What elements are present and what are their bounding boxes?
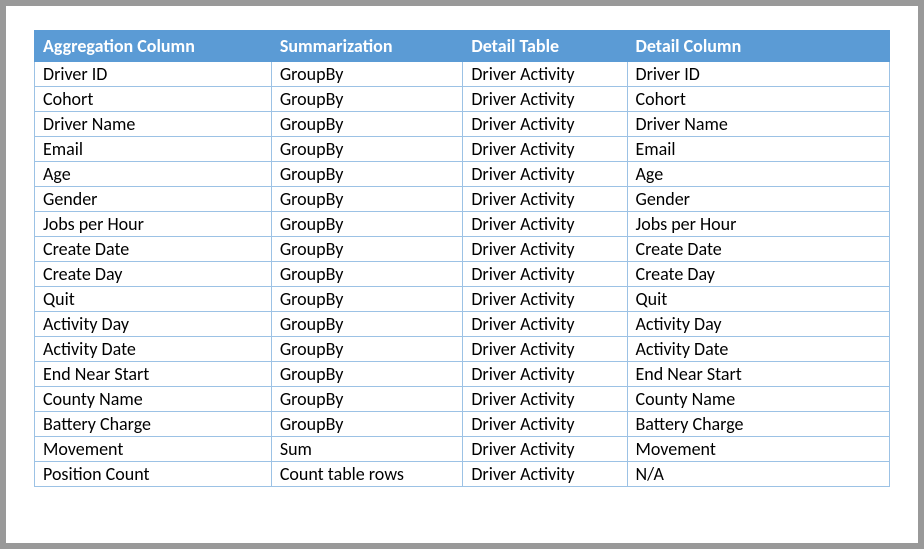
cell-detail-column: Driver ID xyxy=(627,62,890,87)
table-row: End Near StartGroupByDriver ActivityEnd … xyxy=(35,362,890,387)
table-row: CohortGroupByDriver ActivityCohort xyxy=(35,87,890,112)
cell-aggregation-column: Driver ID xyxy=(35,62,272,87)
table-row: Position CountCount table rowsDriver Act… xyxy=(35,462,890,487)
cell-summarization: GroupBy xyxy=(271,312,463,337)
table-row: MovementSumDriver ActivityMovement xyxy=(35,437,890,462)
table-row: AgeGroupByDriver ActivityAge xyxy=(35,162,890,187)
cell-detail-column: Activity Day xyxy=(627,312,890,337)
cell-summarization: Sum xyxy=(271,437,463,462)
table-row: Battery ChargeGroupByDriver ActivityBatt… xyxy=(35,412,890,437)
table-row: Create DayGroupByDriver ActivityCreate D… xyxy=(35,262,890,287)
cell-aggregation-column: County Name xyxy=(35,387,272,412)
cell-detail-column: End Near Start xyxy=(627,362,890,387)
cell-detail-table: Driver Activity xyxy=(463,162,627,187)
cell-aggregation-column: Age xyxy=(35,162,272,187)
table-body: Driver IDGroupByDriver ActivityDriver ID… xyxy=(35,62,890,487)
cell-detail-table: Driver Activity xyxy=(463,387,627,412)
cell-aggregation-column: Jobs per Hour xyxy=(35,212,272,237)
cell-aggregation-column: Quit xyxy=(35,287,272,312)
cell-aggregation-column: Activity Day xyxy=(35,312,272,337)
table-row: Jobs per HourGroupByDriver ActivityJobs … xyxy=(35,212,890,237)
cell-detail-column: N/A xyxy=(627,462,890,487)
cell-detail-table: Driver Activity xyxy=(463,437,627,462)
table-row: Activity DateGroupByDriver ActivityActiv… xyxy=(35,337,890,362)
cell-aggregation-column: Create Day xyxy=(35,262,272,287)
table-header-row: Aggregation Column Summarization Detail … xyxy=(35,31,890,62)
cell-detail-column: Create Day xyxy=(627,262,890,287)
cell-summarization: GroupBy xyxy=(271,212,463,237)
cell-detail-table: Driver Activity xyxy=(463,362,627,387)
cell-detail-table: Driver Activity xyxy=(463,312,627,337)
aggregation-mapping-table: Aggregation Column Summarization Detail … xyxy=(34,30,890,487)
table-row: EmailGroupByDriver ActivityEmail xyxy=(35,137,890,162)
cell-aggregation-column: Gender xyxy=(35,187,272,212)
col-header-detail-column: Detail Column xyxy=(627,31,890,62)
cell-summarization: Count table rows xyxy=(271,462,463,487)
table-row: County NameGroupByDriver ActivityCounty … xyxy=(35,387,890,412)
cell-detail-column: Age xyxy=(627,162,890,187)
cell-detail-column: County Name xyxy=(627,387,890,412)
cell-detail-table: Driver Activity xyxy=(463,187,627,212)
cell-detail-column: Driver Name xyxy=(627,112,890,137)
cell-summarization: GroupBy xyxy=(271,262,463,287)
cell-aggregation-column: Email xyxy=(35,137,272,162)
cell-summarization: GroupBy xyxy=(271,387,463,412)
cell-summarization: GroupBy xyxy=(271,62,463,87)
cell-summarization: GroupBy xyxy=(271,187,463,212)
cell-detail-table: Driver Activity xyxy=(463,287,627,312)
cell-summarization: GroupBy xyxy=(271,87,463,112)
cell-aggregation-column: Movement xyxy=(35,437,272,462)
cell-detail-table: Driver Activity xyxy=(463,137,627,162)
cell-summarization: GroupBy xyxy=(271,162,463,187)
cell-detail-column: Movement xyxy=(627,437,890,462)
cell-summarization: GroupBy xyxy=(271,287,463,312)
table-row: Create DateGroupByDriver ActivityCreate … xyxy=(35,237,890,262)
cell-aggregation-column: Create Date xyxy=(35,237,272,262)
col-header-detail-table: Detail Table xyxy=(463,31,627,62)
cell-detail-column: Create Date xyxy=(627,237,890,262)
cell-aggregation-column: Driver Name xyxy=(35,112,272,137)
cell-aggregation-column: Battery Charge xyxy=(35,412,272,437)
cell-summarization: GroupBy xyxy=(271,112,463,137)
cell-detail-table: Driver Activity xyxy=(463,112,627,137)
cell-aggregation-column: Cohort xyxy=(35,87,272,112)
cell-aggregation-column: Position Count xyxy=(35,462,272,487)
table-row: QuitGroupByDriver ActivityQuit xyxy=(35,287,890,312)
cell-detail-table: Driver Activity xyxy=(463,412,627,437)
table-row: Activity DayGroupByDriver ActivityActivi… xyxy=(35,312,890,337)
cell-detail-column: Battery Charge xyxy=(627,412,890,437)
table-row: Driver IDGroupByDriver ActivityDriver ID xyxy=(35,62,890,87)
cell-detail-column: Gender xyxy=(627,187,890,212)
cell-detail-table: Driver Activity xyxy=(463,337,627,362)
document-page: Aggregation Column Summarization Detail … xyxy=(6,6,918,543)
cell-detail-column: Jobs per Hour xyxy=(627,212,890,237)
cell-summarization: GroupBy xyxy=(271,362,463,387)
cell-detail-column: Cohort xyxy=(627,87,890,112)
cell-aggregation-column: End Near Start xyxy=(35,362,272,387)
col-header-aggregation-column: Aggregation Column xyxy=(35,31,272,62)
cell-detail-table: Driver Activity xyxy=(463,212,627,237)
cell-summarization: GroupBy xyxy=(271,412,463,437)
cell-summarization: GroupBy xyxy=(271,237,463,262)
table-row: Driver NameGroupByDriver ActivityDriver … xyxy=(35,112,890,137)
cell-detail-table: Driver Activity xyxy=(463,462,627,487)
cell-detail-table: Driver Activity xyxy=(463,87,627,112)
cell-detail-table: Driver Activity xyxy=(463,237,627,262)
cell-detail-column: Activity Date xyxy=(627,337,890,362)
cell-detail-table: Driver Activity xyxy=(463,62,627,87)
cell-aggregation-column: Activity Date xyxy=(35,337,272,362)
cell-summarization: GroupBy xyxy=(271,337,463,362)
cell-detail-table: Driver Activity xyxy=(463,262,627,287)
cell-summarization: GroupBy xyxy=(271,137,463,162)
cell-detail-column: Quit xyxy=(627,287,890,312)
col-header-summarization: Summarization xyxy=(271,31,463,62)
table-row: GenderGroupByDriver ActivityGender xyxy=(35,187,890,212)
cell-detail-column: Email xyxy=(627,137,890,162)
